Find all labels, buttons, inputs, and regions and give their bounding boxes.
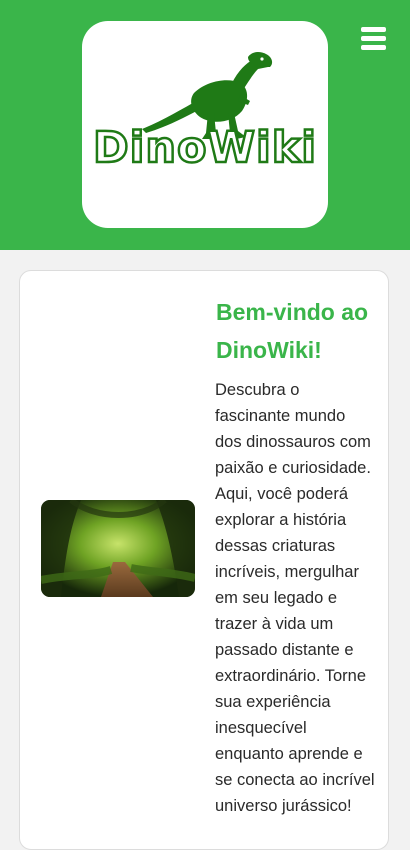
- welcome-card: Bem-vindo ao DinoWiki! Descubra o fascin…: [19, 270, 389, 850]
- site-logo[interactable]: DinoWiki: [82, 21, 328, 228]
- welcome-title: Bem-vindo ao DinoWiki!: [216, 299, 369, 363]
- welcome-text: Descubra o fascinante mundo dos dinossau…: [215, 381, 375, 815]
- site-header: DinoWiki: [0, 0, 410, 250]
- logo-wordmark: DinoWiki: [92, 122, 318, 175]
- hamburger-menu-icon[interactable]: [356, 24, 392, 54]
- forest-path-image: [41, 500, 195, 597]
